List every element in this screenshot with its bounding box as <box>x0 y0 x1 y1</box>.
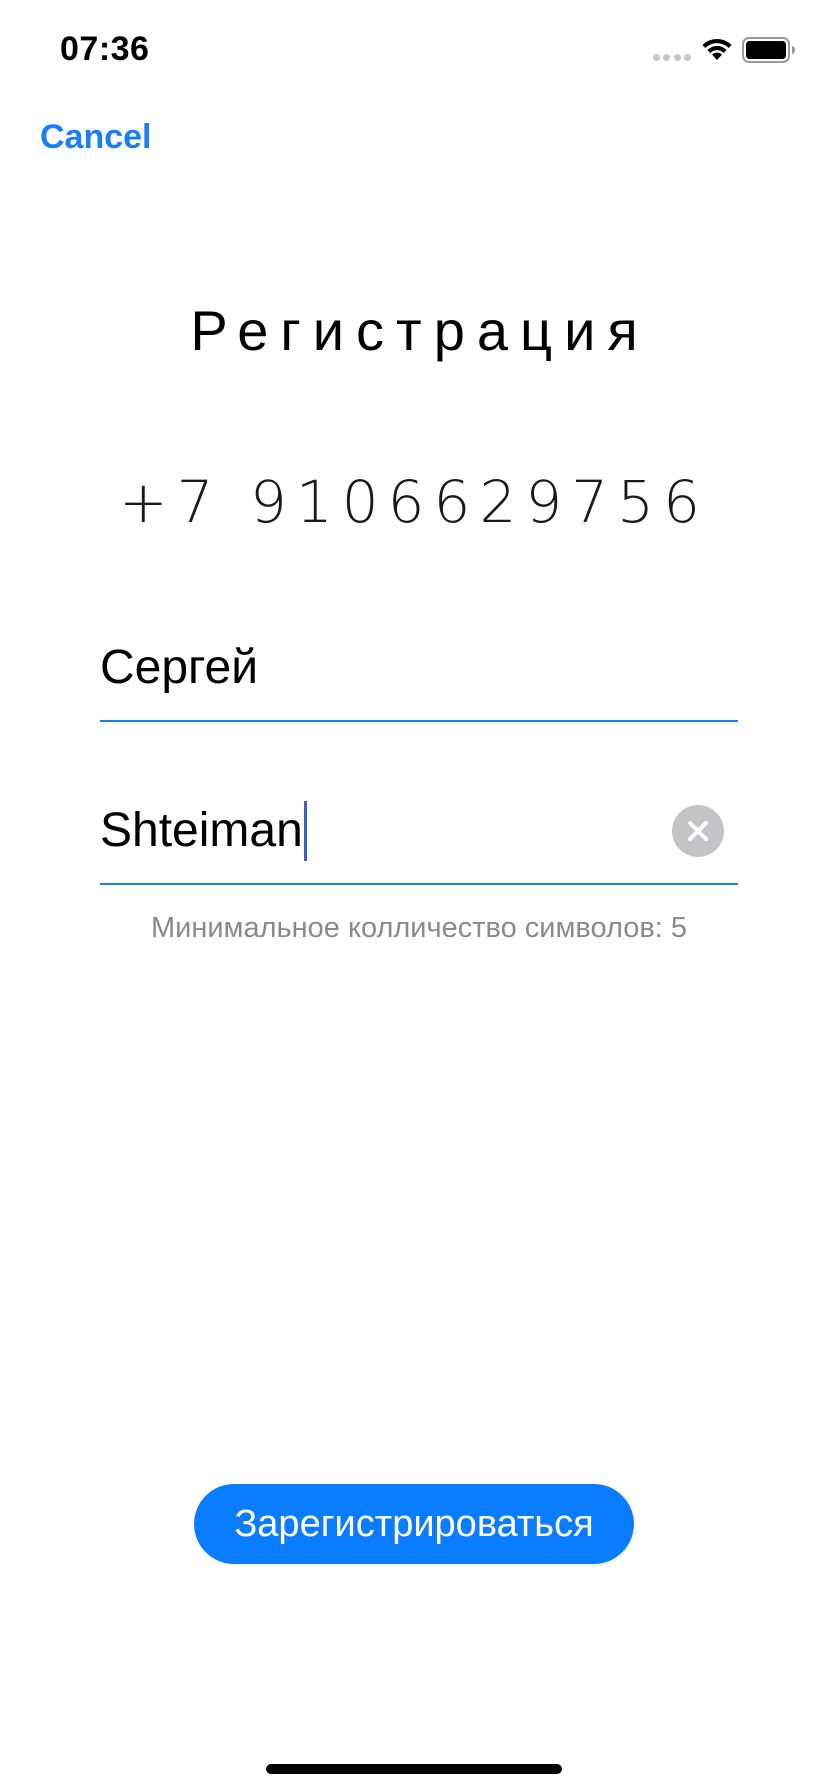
wifi-icon <box>702 38 732 60</box>
cancel-button[interactable]: Cancel <box>40 118 152 157</box>
phone-number: +7 9106629756 <box>119 468 709 536</box>
battery-icon <box>742 37 795 63</box>
last-name-field[interactable]: Shteiman <box>100 793 738 885</box>
first-name-value: Сергей <box>100 641 259 694</box>
first-name-field[interactable]: Сергей <box>100 630 738 722</box>
text-caret <box>303 801 307 861</box>
validation-hint: Минимальное колличество символов: 5 <box>150 912 688 944</box>
clear-text-button[interactable] <box>672 805 724 857</box>
last-name-input[interactable]: Shteiman <box>100 801 307 861</box>
page-title: Регистрация <box>190 299 650 362</box>
close-icon <box>688 821 708 841</box>
last-name-value: Shteiman <box>100 804 303 857</box>
status-time: 07:36 <box>60 30 150 68</box>
register-button[interactable]: Зарегистрироваться <box>194 1484 634 1564</box>
cellular-signal-icon <box>653 52 691 62</box>
home-indicator[interactable] <box>266 1764 562 1774</box>
